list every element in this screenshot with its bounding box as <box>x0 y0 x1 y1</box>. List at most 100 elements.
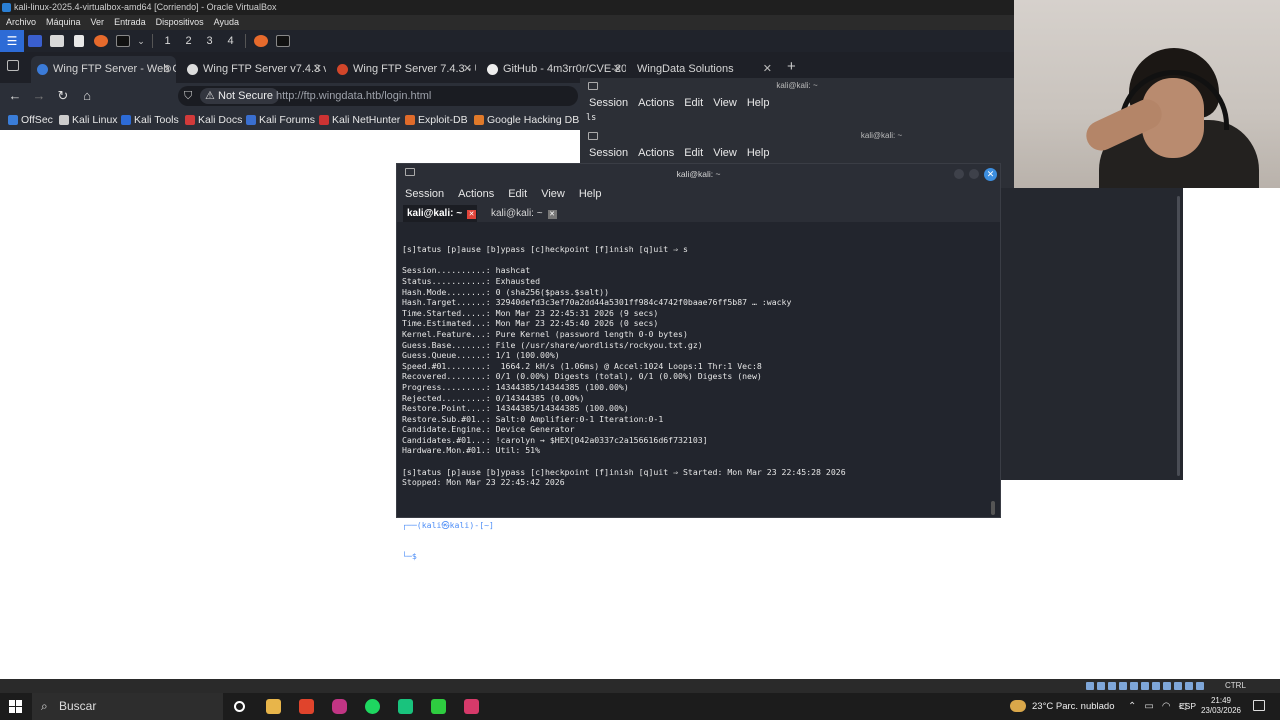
file-explorer-icon[interactable] <box>266 699 281 714</box>
close-icon[interactable]: ✕ <box>313 56 322 83</box>
url-text[interactable]: http://ftp.wingdata.htb/login.html <box>276 86 431 106</box>
menu-session[interactable]: Session <box>405 184 444 204</box>
kali-menu-icon[interactable]: ☰ <box>0 30 24 52</box>
vbox-menu-entrada[interactable]: Entrada <box>114 15 146 30</box>
vbox-menu-archivo[interactable]: Archivo <box>6 15 36 30</box>
back-arrow-icon[interactable]: ← <box>6 88 24 103</box>
vbox-menu-ayuda[interactable]: Ayuda <box>214 15 239 30</box>
optical-icon[interactable] <box>1097 682 1105 690</box>
bookmark-exploit-db[interactable]: Exploit-DB <box>405 110 468 130</box>
vbox-device-icons[interactable] <box>1086 682 1204 690</box>
bookmark-kali-nethunter[interactable]: Kali NetHunter <box>319 110 400 130</box>
hdd-icon[interactable] <box>1086 682 1094 690</box>
main-terminal-window[interactable]: kali@kali: ~ ✕ Session Actions Edit View… <box>396 163 1001 561</box>
not-secure-badge[interactable]: ⚠ Not Secure <box>200 88 280 104</box>
menu-edit[interactable]: Edit <box>684 94 703 112</box>
bookmark-google-hacking-db[interactable]: Google Hacking DB <box>474 110 579 130</box>
clock[interactable]: 21:49 23/03/2026 <box>1199 696 1243 716</box>
bookmark-offsec[interactable]: OffSec <box>8 110 53 130</box>
menu-edit[interactable]: Edit <box>684 144 703 162</box>
close-icon[interactable]: ✕ <box>547 210 557 219</box>
forward-arrow-icon[interactable]: → <box>30 88 48 103</box>
background-terminal-1[interactable]: kali@kali: ~ Session Actions Edit View H… <box>580 78 1014 128</box>
whatsapp-icon[interactable] <box>398 699 413 714</box>
menu-actions[interactable]: Actions <box>638 94 674 112</box>
workspace-2[interactable]: 2 <box>178 30 199 52</box>
wifi-icon[interactable]: ◠ <box>1162 693 1171 720</box>
workspace-1[interactable]: 1 <box>157 30 178 52</box>
tab-wing-ftp-exploit[interactable]: Wing FTP Server 7.4.3 - U ✕ <box>331 56 476 83</box>
close-icon[interactable]: ✕ <box>467 210 477 219</box>
bookmark-kali-forums[interactable]: Kali Forums <box>246 110 315 130</box>
menu-edit[interactable]: Edit <box>508 184 527 204</box>
maximize-button[interactable] <box>969 169 979 179</box>
recording-icon[interactable] <box>1163 682 1171 690</box>
terminal-scrollbar[interactable] <box>1177 196 1180 476</box>
workspace-3[interactable]: 3 <box>199 30 220 52</box>
terminal-tab-2[interactable]: kali@kali: ~ ✕ <box>487 205 561 222</box>
shared-folder-icon[interactable] <box>1141 682 1149 690</box>
workspace-4[interactable]: 4 <box>220 30 241 52</box>
bookmark-kali-linux[interactable]: Kali Linux <box>59 110 118 130</box>
display-icon[interactable] <box>1152 682 1160 690</box>
close-icon[interactable]: ✕ <box>463 56 472 83</box>
firefox-icon[interactable] <box>90 30 112 52</box>
new-tab-button[interactable]: + <box>787 58 796 75</box>
audio-icon[interactable] <box>1108 682 1116 690</box>
menu-session[interactable]: Session <box>589 144 628 162</box>
app-icon[interactable] <box>464 699 479 714</box>
tab-wing-ftp-vuln[interactable]: Wing FTP Server v7.4.3 vu ✕ <box>181 56 326 83</box>
terminal-task-icon[interactable] <box>272 30 294 52</box>
menu-help[interactable]: Help <box>747 94 770 112</box>
menu-actions[interactable]: Actions <box>638 144 674 162</box>
keyboard-icon[interactable] <box>1196 682 1204 690</box>
notification-icon[interactable] <box>1253 700 1265 711</box>
windows-start-icon[interactable] <box>9 700 22 713</box>
cpu-icon[interactable] <box>1174 682 1182 690</box>
menu-actions[interactable]: Actions <box>458 184 494 204</box>
vbox-menu-dispositivos[interactable]: Dispositivos <box>156 15 204 30</box>
brave-icon[interactable] <box>299 699 314 714</box>
bookmark-kali-tools[interactable]: Kali Tools <box>121 110 179 130</box>
address-bar[interactable]: ⛉ ⚠ Not Secure http://ftp.wingdata.htb/lo… <box>178 86 578 106</box>
tab-wing-ftp-web-client[interactable]: Wing FTP Server - Web Cl ⊗ <box>31 56 176 83</box>
terminal-scrollbar[interactable] <box>991 501 995 515</box>
spotify-icon[interactable] <box>365 699 380 714</box>
minimize-button[interactable] <box>954 169 964 179</box>
tab-overview-icon[interactable] <box>7 60 19 71</box>
terminal-icon[interactable] <box>112 30 134 52</box>
chevron-down-icon[interactable]: ⌄ <box>134 30 148 52</box>
usb-icon[interactable] <box>1130 682 1138 690</box>
home-icon[interactable]: ⌂ <box>78 88 96 103</box>
prompt-line-2[interactable]: └─$ <box>402 551 992 562</box>
menu-help[interactable]: Help <box>747 144 770 162</box>
language-indicator[interactable]: ESP <box>1179 693 1196 720</box>
menu-view[interactable]: View <box>541 184 565 204</box>
close-icon[interactable]: ⊗ <box>163 56 172 83</box>
chevron-up-icon[interactable]: ⌃ <box>1128 693 1136 720</box>
desktop-icon[interactable] <box>24 30 46 52</box>
text-editor-icon[interactable] <box>68 30 90 52</box>
firefox-task-icon[interactable] <box>250 30 272 52</box>
terminal-tab-1[interactable]: kali@kali: ~ ✕ <box>403 205 477 222</box>
kick-icon[interactable] <box>431 699 446 714</box>
bookmark-kali-docs[interactable]: Kali Docs <box>185 110 242 130</box>
menu-view[interactable]: View <box>713 144 737 162</box>
terminal-line: Restore.Point....: 14344385/14344385 (10… <box>402 403 629 414</box>
menu-view[interactable]: View <box>713 94 737 112</box>
vbox-menu-ver[interactable]: Ver <box>91 15 105 30</box>
weather-widget[interactable]: 23°C Parc. nublado <box>1010 693 1115 720</box>
files-icon[interactable] <box>46 30 68 52</box>
vbox-menu-maquina[interactable]: Máquina <box>46 15 81 30</box>
network-icon[interactable] <box>1119 682 1127 690</box>
instagram-icon[interactable] <box>332 699 347 714</box>
network-icon[interactable]: ▭ <box>1144 693 1153 720</box>
menu-session[interactable]: Session <box>589 94 628 112</box>
mouse-integration-icon[interactable] <box>1185 682 1193 690</box>
cortana-icon[interactable] <box>234 701 245 712</box>
shield-icon[interactable]: ⛉ <box>184 86 192 106</box>
reload-icon[interactable]: ↻ <box>54 88 72 104</box>
close-button[interactable]: ✕ <box>984 168 997 181</box>
taskbar-search[interactable]: ⌕ Buscar <box>32 693 223 720</box>
menu-help[interactable]: Help <box>579 184 602 204</box>
